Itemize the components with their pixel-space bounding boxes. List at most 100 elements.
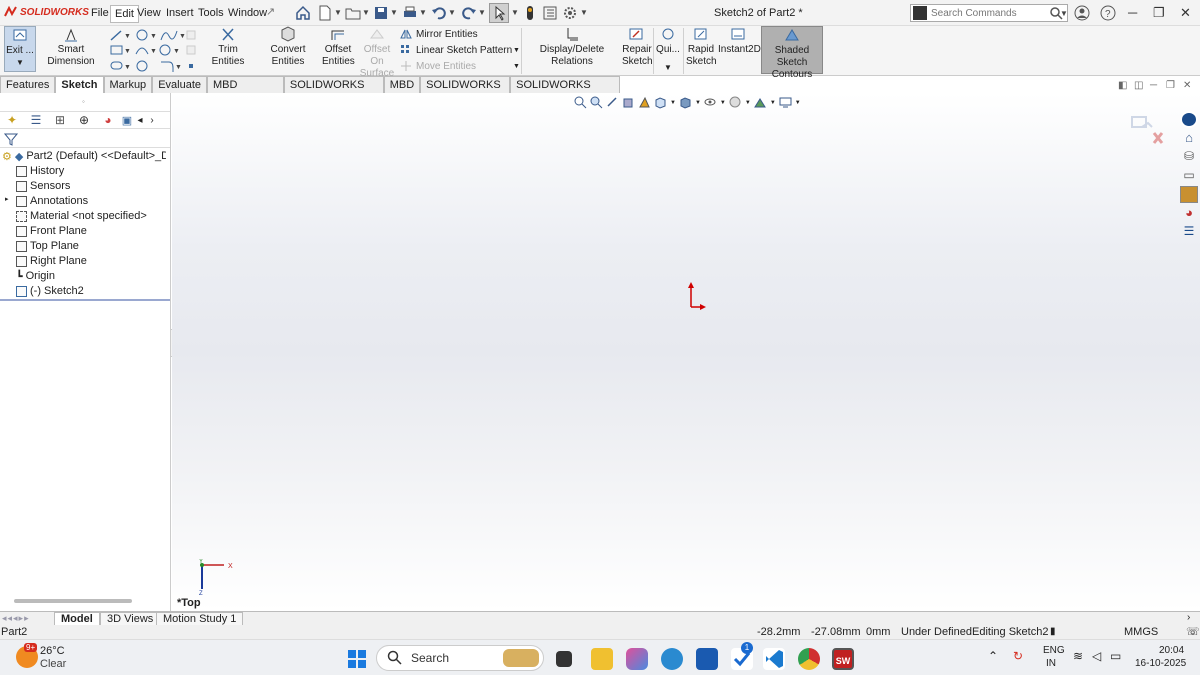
home-pane-icon[interactable]: ⌂ [1180,130,1198,147]
instant2d-button[interactable]: Instant2D [718,26,761,72]
zoom-to-fit-icon[interactable] [574,96,587,109]
view-orientation-dropdown-icon[interactable]: ▼ [670,100,676,106]
chrome-browser-icon[interactable] [798,648,820,670]
rebuild-status-icon[interactable]: ▮ [1050,626,1056,637]
clock-date[interactable]: 16-10-2025 [1135,658,1186,669]
doc-pin-icon[interactable]: ◫ [1134,80,1143,91]
linear-pattern-dropdown-icon[interactable]: ▼ [513,47,520,54]
tree-item-front-plane[interactable]: Front Plane [16,224,87,238]
doc-tile-icon[interactable]: ◧ [1118,80,1127,91]
menu-tools[interactable]: Tools [194,5,228,21]
configuration-manager-tab-icon[interactable]: ⊞ [48,113,72,127]
edge-browser-icon[interactable] [661,648,683,670]
expand-arrow-icon[interactable]: ▸ [5,195,9,203]
view-palette-icon[interactable] [1180,186,1198,204]
sync-status-icon[interactable]: ↻ [1013,649,1023,663]
view-settings-dropdown-icon[interactable]: ▼ [795,100,801,106]
tabs-left-arrow-icon[interactable]: ◂ [134,115,146,126]
rollback-bar[interactable] [0,299,170,301]
tab-solidworks-cam-tbm[interactable]: SOLIDWORKS CAM TBM [510,76,621,105]
doc-close-icon[interactable]: ✕ [1183,80,1191,91]
tab-mbd[interactable]: MBD [383,76,421,93]
apply-scene-icon[interactable] [753,96,767,109]
rapid-sketch-button[interactable]: Rapid Sketch [686,26,717,72]
status-unit-system[interactable]: MMGS [1124,626,1158,638]
tree-item-right-plane[interactable]: Right Plane [16,254,87,268]
tree-root-part2[interactable]: ⚙ ◆ Part2 (Default) <<Default>_Displ [2,149,166,163]
shaded-sketch-contours-button[interactable]: Shaded Sketch Contours [761,26,823,80]
select-button[interactable] [489,3,509,23]
tab-sketch[interactable]: Sketch [55,76,104,93]
vscode-icon[interactable] [763,648,785,670]
print-dropdown-icon[interactable]: ▼ [419,8,427,17]
quick-snaps-button[interactable]: Qui... ▼ [655,26,681,72]
tree-item-sketch2[interactable]: (-) Sketch2 [16,284,84,298]
print-icon[interactable] [401,4,419,22]
tree-filter-bar[interactable] [0,130,170,148]
view-orientation-icon[interactable] [654,96,667,109]
tab-3d-views[interactable]: 3D Views [100,612,161,626]
feature-manager-tab-icon[interactable]: ✦ [0,113,24,127]
help-icon[interactable]: ? [1100,5,1116,21]
solidworks-resources-icon[interactable] [1180,111,1198,129]
custom-properties-icon[interactable]: ☰ [1180,224,1198,241]
design-library-icon[interactable]: ⛁ [1180,149,1198,166]
zoom-to-area-icon[interactable] [590,96,603,109]
minimize-icon[interactable]: ─ [1128,5,1137,20]
dynamic-annotation-icon[interactable] [638,96,651,109]
tree-item-top-plane[interactable]: Top Plane [16,239,79,253]
offset-entities-button[interactable]: Offset Entities [322,26,355,72]
trim-entities-button[interactable]: Trim Entities ▼ [203,26,253,84]
weather-temperature[interactable]: 26°C [40,645,65,657]
menu-window[interactable]: Window [224,5,271,21]
move-entities-button[interactable]: Move Entities [400,60,476,72]
tree-item-material[interactable]: Material <not specified> [16,209,147,223]
volume-icon[interactable]: ◁ [1092,649,1101,663]
property-manager-tab-icon[interactable]: ☰ [24,113,48,127]
tab-solidworks-cam[interactable]: SOLIDWORKS CAM [420,76,511,105]
user-account-icon[interactable] [1074,5,1090,21]
smart-dimension-button[interactable]: Smart Dimension [37,26,105,72]
home-icon[interactable] [294,4,312,22]
linear-pattern-button[interactable]: Linear Sketch Pattern [400,44,512,56]
confirmation-corner[interactable] [1130,113,1164,149]
redo-icon[interactable] [460,4,478,22]
copilot-icon[interactable] [626,648,648,670]
tab-navigation-arrows-icon[interactable]: ◂◂◂▸▸ [2,613,30,624]
undo-icon[interactable] [430,4,448,22]
repair-sketch-button[interactable]: Repair Sketch [622,26,653,72]
clock-time[interactable]: 20:04 [1159,645,1184,656]
close-icon[interactable]: ✕ [1180,5,1191,21]
appearance-dropdown-icon[interactable]: ▼ [745,100,751,106]
panel-collapse-dot[interactable]: ◦ [82,97,85,106]
rebuild-icon[interactable] [521,4,539,22]
save-dropdown-icon[interactable]: ▼ [390,8,398,17]
cam-tab-icon[interactable]: ▣ [120,114,134,127]
menu-view[interactable]: View [133,5,165,21]
microsoft-store-icon[interactable] [696,648,718,670]
file-explorer-icon[interactable]: ▭ [1180,168,1198,185]
save-icon[interactable] [372,4,390,22]
exit-sketch-button[interactable]: Exit ... ▼ [4,26,36,72]
search-commands-field[interactable]: Search Commands [910,4,1068,22]
battery-icon[interactable]: ▭ [1110,649,1121,663]
move-dropdown-icon[interactable]: ▼ [513,63,520,70]
view-settings-icon[interactable] [779,96,792,109]
file-explorer-taskbar-icon[interactable] [591,648,613,670]
language-region[interactable]: IN [1046,658,1056,669]
tab-markup[interactable]: Markup [103,76,153,93]
mirror-entities-button[interactable]: Mirror Entities [400,28,478,40]
tab-evaluate[interactable]: Evaluate [152,76,207,93]
filter-icon[interactable] [4,132,18,146]
tab-model[interactable]: Model [54,612,100,626]
taskbar-search-box[interactable]: Search [376,645,544,671]
reference-triad[interactable]: X Y Z [196,559,236,595]
new-document-icon[interactable] [316,4,334,22]
pin-icon[interactable]: ↗ [266,5,275,18]
restore-icon[interactable]: ❐ [1153,5,1165,21]
tab-mbd-dimensions[interactable]: MBD Dimensions [207,76,284,105]
display-delete-relations-button[interactable]: Display/Delete Relations ▼ [524,26,620,84]
menu-file[interactable]: File [87,5,113,21]
tree-item-history[interactable]: History [16,164,64,178]
tab-scroll-right-icon[interactable]: › [1187,612,1190,623]
